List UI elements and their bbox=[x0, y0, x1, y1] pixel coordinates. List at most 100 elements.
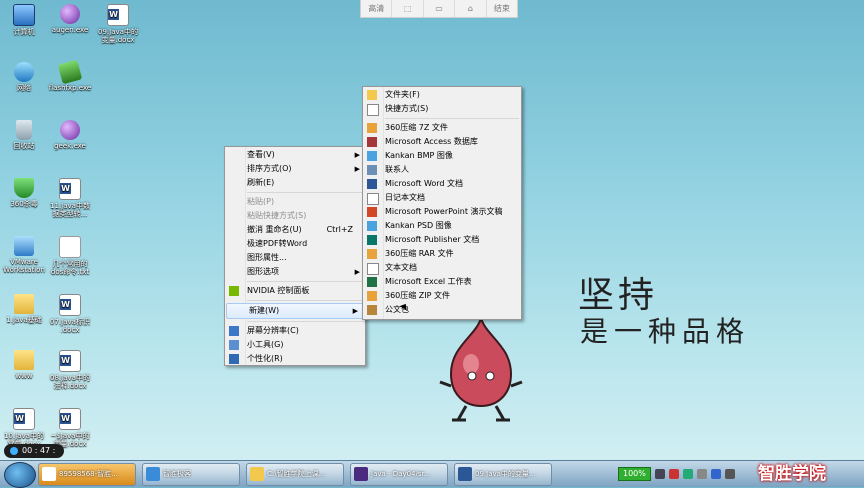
desktop-icon-flashfxp[interactable]: flashfxp.exe bbox=[46, 59, 94, 92]
desktop-icon-computer[interactable]: 计算机 bbox=[0, 4, 48, 36]
new-item-text[interactable]: 文本文档 bbox=[363, 261, 521, 275]
word-doc-icon bbox=[59, 350, 81, 372]
taskbar-button-explorer[interactable]: C:\智胜学院上课... bbox=[246, 463, 344, 486]
new-item-zip[interactable]: 360压缩 ZIP 文件 bbox=[363, 289, 521, 303]
new-item-shortcut[interactable]: 快捷方式(S) bbox=[363, 102, 521, 116]
desktop-context-menu: 查看(V) ▶ 排序方式(O) ▶ 刷新(E) 粘贴(P) 粘贴快捷方式(S) 撤消… bbox=[224, 146, 366, 366]
toolbar-region-button[interactable]: ⬚ bbox=[392, 0, 424, 17]
menu-item-label: 屏幕分辨率(C) bbox=[247, 326, 299, 335]
toolbar-home-button[interactable]: ⌂ bbox=[455, 0, 487, 17]
journal-icon bbox=[367, 193, 379, 205]
tray-icon[interactable] bbox=[654, 469, 665, 479]
new-item-rar[interactable]: 360压缩 RAR 文件 bbox=[363, 247, 521, 261]
image-icon bbox=[367, 151, 377, 161]
desktop-icon-doc-09[interactable]: 09.Java中的 变量.docx bbox=[94, 4, 142, 44]
desktop-icon-www[interactable]: www bbox=[0, 350, 48, 380]
folder-icon bbox=[367, 90, 377, 100]
menu-item-personalize[interactable]: 个性化(R) bbox=[225, 352, 365, 366]
new-item-contact[interactable]: 联系人 bbox=[363, 163, 521, 177]
menu-item-refresh[interactable]: 刷新(E) bbox=[225, 176, 365, 190]
taskbar: 89598568-智胜... 智胜极客 C:\智胜学院上课... Java - … bbox=[0, 460, 864, 488]
new-item-7z[interactable]: 360压缩 7Z 文件 bbox=[363, 121, 521, 135]
archive-icon bbox=[367, 291, 377, 301]
new-item-psd[interactable]: Kankan PSD 图像 bbox=[363, 219, 521, 233]
desktop-icon-recycle-bin[interactable]: 回收站 bbox=[0, 120, 48, 150]
menu-item-label: 360压缩 RAR 文件 bbox=[385, 249, 454, 258]
gadget-icon bbox=[229, 340, 239, 350]
toolbar-hd-button[interactable]: 高清 bbox=[361, 0, 393, 17]
new-item-journal[interactable]: 日记本文档 bbox=[363, 191, 521, 205]
new-item-folder[interactable]: 文件夹(F) bbox=[363, 88, 521, 102]
new-item-publisher[interactable]: Microsoft Publisher 文档 bbox=[363, 233, 521, 247]
taskbar-button-qq[interactable]: 89598568-智胜... bbox=[38, 463, 136, 486]
start-button[interactable] bbox=[4, 462, 36, 488]
menu-item-pdf-to-word[interactable]: 极速PDF转Word bbox=[225, 237, 365, 251]
menu-item-screen-resolution[interactable]: 屏幕分辨率(C) bbox=[225, 324, 365, 338]
new-item-word[interactable]: Microsoft Word 文档 bbox=[363, 177, 521, 191]
desktop-icon-doc-08[interactable]: 08.Java中的 注释.docx bbox=[46, 350, 94, 390]
taskbar-button-geek[interactable]: 智胜极客 bbox=[142, 463, 240, 486]
menu-item-view[interactable]: 查看(V) ▶ bbox=[225, 148, 365, 162]
menu-item-sort-by[interactable]: 排序方式(O) ▶ bbox=[225, 162, 365, 176]
volume-tray-icon[interactable] bbox=[724, 469, 735, 479]
shield-icon bbox=[14, 178, 34, 198]
tray-icon[interactable] bbox=[668, 469, 679, 479]
computer-icon bbox=[13, 4, 35, 26]
menu-item-label: 文件夹(F) bbox=[385, 90, 420, 99]
new-item-excel[interactable]: Microsoft Excel 工作表 bbox=[363, 275, 521, 289]
tray-icon[interactable] bbox=[682, 469, 693, 479]
folder-icon bbox=[250, 467, 264, 481]
menu-item-label: 刷新(E) bbox=[247, 178, 275, 187]
program-icon bbox=[57, 59, 83, 85]
desktop-icon-network[interactable]: 网络 bbox=[0, 62, 48, 92]
desktop-icon-360[interactable]: 360杀毒 bbox=[0, 178, 48, 208]
battery-indicator[interactable]: 100% bbox=[618, 467, 651, 481]
new-item-powerpoint[interactable]: Microsoft PowerPoint 演示文稿 bbox=[363, 205, 521, 219]
menu-item-label: 快捷方式(S) bbox=[385, 104, 429, 113]
desktop-icon-doc-07[interactable]: 07.Java标识 .docx bbox=[46, 294, 94, 334]
new-item-access[interactable]: Microsoft Access 数据库 bbox=[363, 135, 521, 149]
menu-item-label: 360压缩 7Z 文件 bbox=[385, 123, 448, 132]
desktop[interactable]: 高清 ⬚ ▭ ⌂ 结束 计算机 augen.exe 09.Java中的 变量.d… bbox=[0, 0, 864, 460]
menu-item-label: Microsoft PowerPoint 演示文稿 bbox=[385, 207, 503, 216]
toolbar-window-button[interactable]: ▭ bbox=[424, 0, 456, 17]
recycle-bin-icon bbox=[16, 120, 32, 140]
tray-icon[interactable] bbox=[696, 469, 707, 479]
menu-separator bbox=[247, 281, 363, 282]
menu-item-label: Microsoft Excel 工作表 bbox=[385, 277, 472, 286]
toolbar-end-button[interactable]: 结束 bbox=[487, 0, 517, 17]
menu-item-label: 粘贴(P) bbox=[247, 197, 275, 206]
desktop-icon-label: geek.exe bbox=[54, 142, 86, 150]
desktop-icon-temp-doc[interactable]: ~$Java中的 变量.docx bbox=[46, 408, 94, 448]
menu-item-undo-rename[interactable]: 撤消 重命名(U) Ctrl+Z bbox=[225, 223, 365, 237]
desktop-icon-java-folder[interactable]: 1.Java基础 bbox=[0, 294, 48, 324]
desktop-icon-doc-11[interactable]: 11.Java中数 据类型转... bbox=[46, 178, 94, 218]
menu-item-new[interactable]: 新建(W) ▶ bbox=[226, 303, 364, 319]
desktop-icon-label: 07.Java标识 .docx bbox=[50, 318, 90, 334]
menu-item-gadgets[interactable]: 小工具(G) bbox=[225, 338, 365, 352]
menu-item-graphics-properties[interactable]: 图形属性... bbox=[225, 251, 365, 265]
menu-item-graphics-options[interactable]: 图形选项 ▶ bbox=[225, 265, 365, 279]
menu-item-label: 粘贴快捷方式(S) bbox=[247, 211, 307, 220]
menu-item-label: 新建(W) bbox=[249, 306, 280, 315]
taskbar-button-eclipse[interactable]: Java - Day04/sr... bbox=[350, 463, 448, 486]
desktop-icon-vmware[interactable]: VMware Workstation bbox=[0, 236, 48, 274]
eclipse-icon bbox=[354, 467, 368, 481]
slogan-line-2: 是一种品格 bbox=[580, 315, 751, 348]
network-tray-icon[interactable] bbox=[710, 469, 721, 479]
new-item-bmp[interactable]: Kankan BMP 图像 bbox=[363, 149, 521, 163]
display-icon bbox=[229, 326, 239, 336]
desktop-icon-dos-txt[interactable]: 几个常用的 dos命令.txt bbox=[46, 236, 94, 276]
taskbar-button-label: 89598568-智胜... bbox=[59, 470, 118, 478]
desktop-icon-augen[interactable]: augen.exe bbox=[46, 4, 94, 34]
menu-item-nvidia-control-panel[interactable]: NVIDIA 控制面板 bbox=[225, 284, 365, 298]
contact-icon bbox=[367, 165, 377, 175]
folder-icon bbox=[14, 350, 34, 370]
desktop-icon-geek[interactable]: geek.exe bbox=[46, 120, 94, 150]
menu-item-label: 图形选项 bbox=[247, 267, 279, 276]
desktop-icon-label: 11.Java中数 据类型转... bbox=[50, 202, 90, 218]
desktop-icon-doc-10[interactable]: 10.Java中的 常量.docx bbox=[0, 408, 48, 448]
word-doc-icon bbox=[107, 4, 129, 26]
taskbar-button-word[interactable]: 09.Java中的变量... bbox=[454, 463, 552, 486]
new-item-briefcase[interactable]: 公文包 bbox=[363, 303, 521, 317]
